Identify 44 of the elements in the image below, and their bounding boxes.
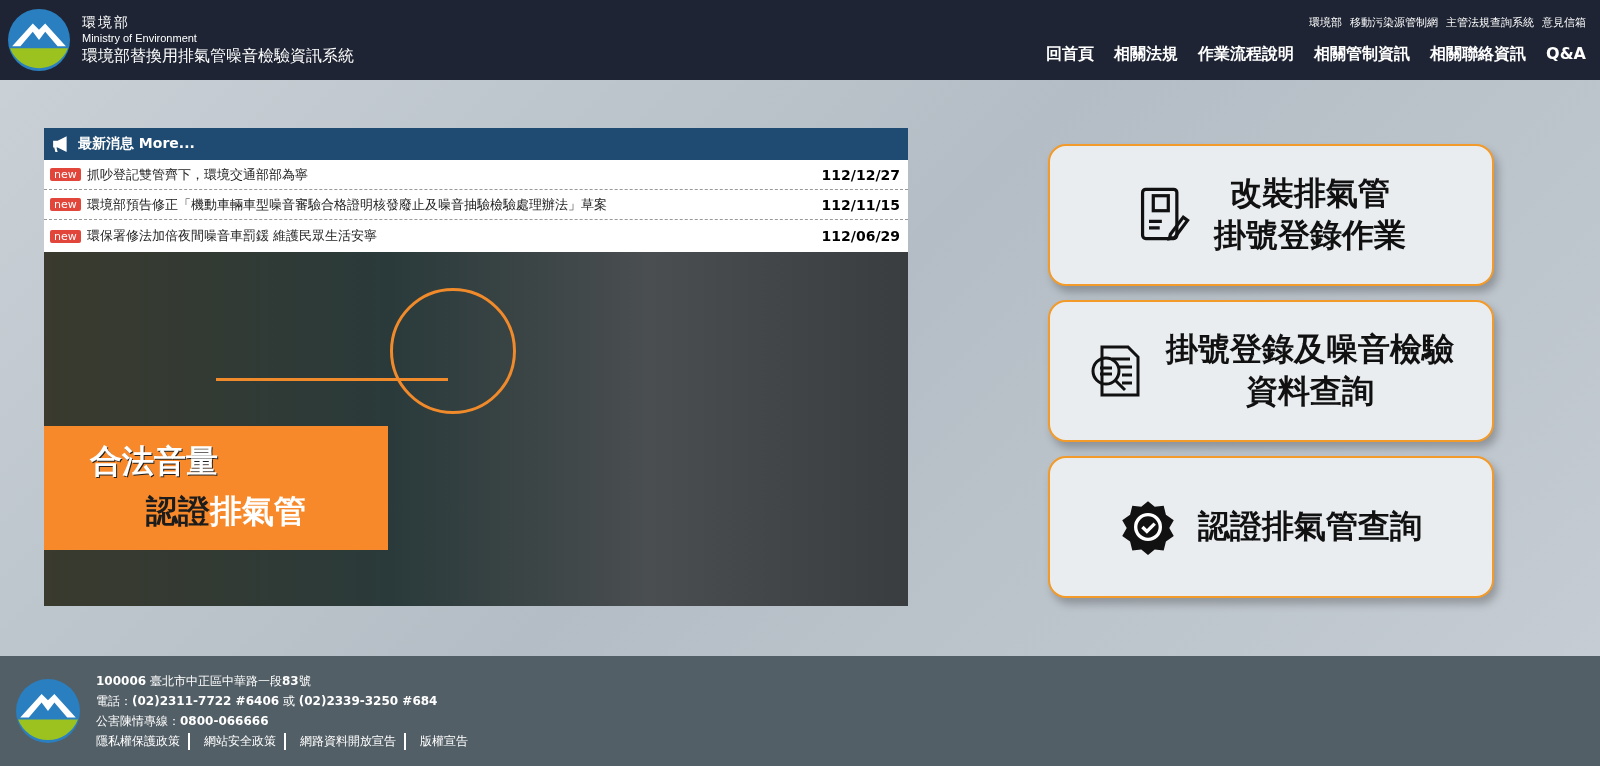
- card-label: 改裝排氣管: [1230, 173, 1390, 215]
- nav-link[interactable]: 回首頁: [1046, 44, 1095, 65]
- new-badge: new: [50, 229, 81, 243]
- footer-link[interactable]: 隱私權保護政策: [96, 732, 190, 750]
- banner-text: 合法音量: [90, 441, 219, 482]
- megaphone-icon: [52, 136, 70, 152]
- service-card-button[interactable]: 改裝排氣管 掛號登錄作業: [1048, 144, 1494, 286]
- nav-link[interactable]: 相關管制資訊: [1314, 44, 1411, 65]
- nav-link[interactable]: 相關聯絡資訊: [1430, 44, 1527, 65]
- news-link[interactable]: 環保署修法加倍夜間噪音車罰鍰 維護民眾生活安寧: [86, 227, 816, 245]
- card-label: 掛號登錄及噪音檢驗: [1166, 329, 1454, 371]
- nav-link[interactable]: 作業流程說明: [1198, 44, 1295, 65]
- news-date: 112/06/29: [821, 228, 900, 244]
- footer-link[interactable]: 網路資料開放宣告: [300, 732, 406, 750]
- org-name-english: Ministry of Environment: [82, 31, 198, 44]
- card-label: 資料查詢: [1246, 371, 1374, 412]
- news-title[interactable]: 最新消息 More...: [78, 135, 195, 153]
- top-link[interactable]: 主管法規查詢系統: [1446, 15, 1534, 30]
- banner-text: 認證: [146, 491, 210, 532]
- top-link[interactable]: 移動污染源管制網: [1350, 15, 1438, 30]
- nav-link[interactable]: 相關法規: [1114, 44, 1179, 65]
- top-link[interactable]: 環境部: [1309, 15, 1342, 30]
- footer-link[interactable]: 網站安全政策: [204, 732, 286, 750]
- ministry-logo: [16, 679, 80, 743]
- org-name: 環境部: [82, 13, 131, 32]
- banner-text: 排氣管: [210, 491, 306, 532]
- new-badge: new: [50, 168, 81, 181]
- news-link[interactable]: 抓吵登記雙管齊下，環境交通部部為寧: [86, 165, 816, 184]
- card-label: 認證排氣管查詢: [1198, 506, 1422, 548]
- footer-link[interactable]: 版權宣告: [420, 732, 476, 750]
- site-title: 環境部替換用排氣管噪音檢驗資訊系統: [82, 45, 354, 67]
- top-link[interactable]: 意見信箱: [1542, 15, 1586, 30]
- service-card-button[interactable]: 掛號登錄及噪音檢驗 資料查詢: [1048, 300, 1494, 442]
- service-card-button[interactable]: 認證排氣管查詢: [1048, 456, 1494, 598]
- news-date: 112/11/15: [821, 196, 900, 213]
- contact-info: 電話：(02)2311-7722 #6406 或 (02)2339-3250 #684: [96, 692, 439, 710]
- news-date: 112/12/27: [821, 166, 900, 183]
- ministry-logo[interactable]: [8, 9, 70, 71]
- nav-link[interactable]: Q&A: [1546, 44, 1586, 65]
- contact-info: 100006 臺北市中正區中華路一段83號: [96, 672, 312, 690]
- news-link[interactable]: 環境部預告修正「機動車輛車型噪音審驗合格證明核發廢止及噪音抽驗檢驗處理辦法」草案: [86, 195, 816, 214]
- new-badge: new: [50, 198, 81, 211]
- card-label: 掛號登錄作業: [1214, 215, 1406, 256]
- contact-info: 公害陳情專線：0800-066666: [96, 712, 270, 730]
